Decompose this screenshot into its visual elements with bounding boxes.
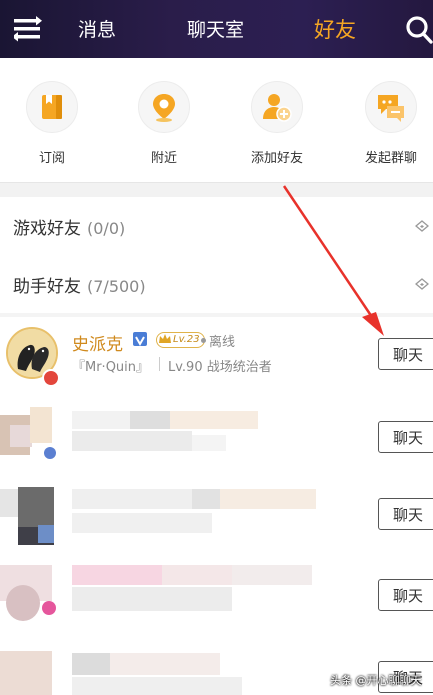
group-name: 游戏好友 (13, 219, 81, 239)
tab-chatroom[interactable]: 聊天室 (187, 15, 244, 42)
friend-name: 史派克 (72, 335, 123, 355)
gender-badge-icon (42, 369, 60, 387)
group-name: 助手好友 (13, 277, 81, 297)
expand-diamond-icon (415, 278, 429, 290)
nearby-action[interactable]: 附近 (119, 81, 209, 166)
friend-row[interactable]: 聊天 (0, 397, 433, 478)
expand-diamond-icon (415, 220, 429, 232)
add-friend-icon (263, 94, 292, 122)
group-chat-action[interactable]: 发起群聊 (346, 81, 433, 166)
chat-button[interactable]: 聊天 (378, 338, 433, 370)
group-game-friends[interactable]: 游戏好友 (0/0) (0, 197, 433, 256)
online-status: 离线 (209, 335, 236, 350)
subscribe-action[interactable]: 订阅 (7, 81, 97, 166)
friend-row[interactable]: 聊天 (0, 477, 433, 558)
friend-row[interactable]: 史派克 Lv.23 离线 『Mr·Quin』 Lv.90 战场统治者 聊天 (0, 317, 433, 398)
chat-button[interactable]: 聊天 (378, 579, 433, 611)
location-pin-icon (153, 94, 175, 122)
friend-detail: Lv.90 战场统治者 (168, 360, 272, 375)
top-navigation-bar: 消息 聊天室 好友 (0, 0, 433, 58)
friend-row[interactable]: 聊天 (0, 557, 433, 638)
tab-friends[interactable]: 好友 (314, 14, 356, 44)
chat-button[interactable]: 聊天 (378, 498, 433, 530)
section-divider (0, 182, 433, 198)
menu-switch-icon[interactable] (14, 16, 42, 42)
quick-actions-panel: 订阅 附近 添加好友 发起群聊 (0, 58, 433, 182)
watermark-text: 头条 @开心聊聊天 (330, 674, 422, 687)
crown-icon (159, 334, 171, 343)
blurred-avatar (0, 651, 52, 695)
verified-v-icon (133, 332, 147, 347)
separator (159, 357, 160, 371)
tab-messages[interactable]: 消息 (78, 15, 116, 42)
add-friend-label: 添加好友 (250, 151, 303, 166)
bookmark-icon (42, 95, 62, 119)
add-friend-action[interactable]: 添加好友 (232, 81, 322, 166)
search-icon[interactable] (404, 14, 433, 44)
group-chat-label: 发起群聊 (364, 151, 417, 166)
chat-button[interactable]: 聊天 (378, 421, 433, 453)
nearby-label: 附近 (150, 151, 177, 166)
group-count: (7/500) (87, 277, 146, 296)
group-chat-icon (378, 95, 404, 122)
status-dot (201, 338, 206, 343)
group-assistant-friends[interactable]: 助手好友 (7/500) (0, 255, 433, 314)
group-count: (0/0) (87, 219, 126, 238)
friend-nickname: 『Mr·Quin』 (72, 360, 150, 375)
subscribe-label: 订阅 (38, 151, 65, 166)
